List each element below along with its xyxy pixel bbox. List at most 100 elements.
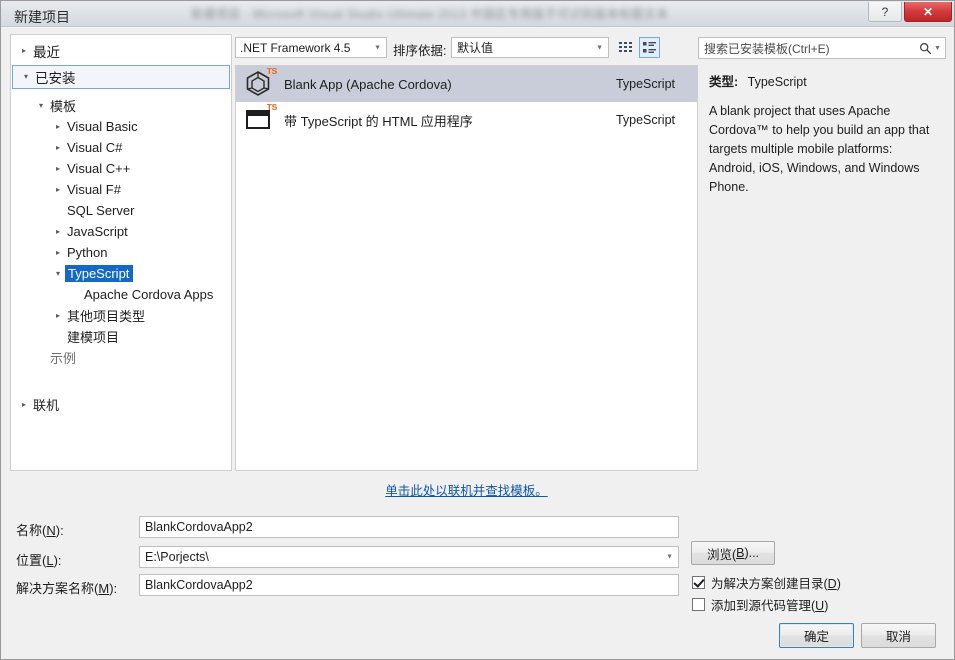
tree-item-label: 其他项目类型 [67, 309, 146, 324]
sort-by-select[interactable]: 默认值 ▼ [451, 37, 609, 58]
template-name: Blank App (Apache Cordova) [284, 76, 452, 92]
name-label-text: 名称(N): [16, 523, 64, 538]
create-directory-label: 为解决方案创建目录(D) [711, 577, 841, 591]
search-icon [920, 42, 932, 54]
sort-by-label: 排序依据: [393, 44, 447, 58]
template-language: TypeScript [615, 113, 675, 127]
location-label-text: 位置(L): [16, 553, 62, 568]
tree-item-[interactable]: 示例 [11, 347, 231, 368]
solution-name-label: 解决方案名称(M): [16, 578, 117, 597]
template-language: TypeScript [615, 77, 675, 91]
tree-item-[interactable]: 联机 [11, 394, 231, 415]
chevron-down-icon: ▼ [374, 44, 381, 51]
framework-select[interactable]: .NET Framework 4.5 ▼ [235, 37, 387, 58]
template-category-tree[interactable]: 最近已安装模板 Visual Basic Visual C# Visual C++ Vi… [10, 34, 232, 471]
tree-item-label: 最近 [33, 45, 60, 60]
location-input[interactable]: E:\Porjects\ ▼ [139, 546, 679, 568]
tree-item-[interactable]: 建模项目 [11, 326, 231, 347]
create-directory-checkbox[interactable] [692, 576, 705, 589]
template-type-row: 类型: TypeScript [709, 71, 937, 90]
cancel-button[interactable]: 取消 [861, 623, 936, 648]
chevron-right-icon[interactable] [51, 123, 65, 131]
template-description-panel: 类型: TypeScript A blank project that uses… [701, 65, 947, 471]
chevron-right-icon[interactable] [17, 47, 31, 55]
chevron-down-icon[interactable]: ▼ [934, 45, 941, 52]
tree-item-visual-c#[interactable]: Visual C# [11, 137, 231, 158]
tree-item-label: Visual C# [67, 140, 123, 155]
template-type-label: 类型: [709, 75, 739, 89]
tree-item-label: Visual F# [67, 182, 121, 197]
chevron-right-icon[interactable] [51, 165, 65, 173]
title-bar: 新建项目 - Microsoft Visual Studio Ultimate … [1, 1, 954, 27]
small-icons-view-icon[interactable] [615, 37, 636, 58]
chevron-down-icon[interactable] [51, 270, 65, 278]
solution-name-input-value: BlankCordovaApp2 [145, 578, 253, 592]
chevron-down-icon[interactable] [19, 73, 33, 81]
tree-item-visual-c++[interactable]: Visual C++ [11, 158, 231, 179]
source-control-checkbox-row[interactable]: 添加到源代码管理(U) [692, 595, 828, 614]
chevron-down-icon[interactable]: ▼ [666, 554, 673, 561]
chevron-right-icon[interactable] [51, 312, 65, 320]
location-label: 位置(L): [16, 550, 62, 569]
template-type-value: TypeScript [747, 75, 807, 89]
chevron-right-icon[interactable] [51, 186, 65, 194]
page-title: 新建项目 [14, 9, 70, 25]
tree-item-sql-server[interactable]: SQL Server [11, 200, 231, 221]
location-input-value: E:\Porjects\ [145, 550, 209, 564]
tree-item-python[interactable]: Python [11, 242, 231, 263]
tree-item-javascript[interactable]: JavaScript [11, 221, 231, 242]
close-button[interactable]: ✕ [904, 2, 952, 22]
tree-item-[interactable]: 最近 [11, 39, 231, 63]
search-input[interactable]: 搜索已安装模板(Ctrl+E) [699, 40, 915, 57]
solution-name-label-text: 解决方案名称(M): [16, 581, 118, 596]
help-button[interactable]: ? [868, 2, 902, 22]
tree-item-visual-f#[interactable]: Visual F# [11, 179, 231, 200]
template-description-text: A blank project that uses Apache Cordova… [709, 104, 930, 194]
name-label: 名称(N): [16, 520, 64, 539]
tree-item-[interactable]: 模板 [11, 95, 231, 116]
tree-item-label: 示例 [50, 351, 77, 366]
chevron-right-icon[interactable] [51, 144, 65, 152]
tree-item-[interactable]: 其他项目类型 [11, 305, 231, 326]
window-title-blurred: 新建项目 - Microsoft Visual Studio Ultimate … [191, 7, 669, 21]
typescript-badge-icon: TS [266, 102, 278, 112]
tree-item-[interactable]: 已安装 [12, 65, 230, 89]
tree-item-label: TypeScript [65, 265, 134, 282]
search-templates-box[interactable]: 搜索已安装模板(Ctrl+E) ▼ [698, 37, 946, 59]
typescript-badge-icon: TS [266, 66, 278, 76]
create-directory-checkbox-row[interactable]: 为解决方案创建目录(D) [692, 573, 841, 592]
tree-item-visual-basic[interactable]: Visual Basic [11, 116, 231, 137]
framework-value: .NET Framework 4.5 [240, 40, 351, 55]
source-control-checkbox[interactable] [692, 598, 705, 611]
large-list-view-icon[interactable] [639, 37, 660, 58]
find-templates-online-link[interactable]: 单击此处以联机并查找模板。 [235, 480, 698, 499]
tree-item-typescript[interactable]: TypeScript [11, 263, 231, 284]
tree-item-label: Apache Cordova Apps [84, 287, 214, 302]
source-control-label: 添加到源代码管理(U) [711, 599, 829, 613]
name-input-value: BlankCordovaApp2 [145, 520, 253, 534]
window-controls: ? ✕ [868, 2, 952, 22]
tree-item-label: JavaScript [67, 224, 128, 239]
name-input[interactable]: BlankCordovaApp2 [139, 516, 679, 538]
chevron-right-icon[interactable] [51, 228, 65, 236]
tree-item-label: SQL Server [67, 203, 135, 218]
tree-item-label: Visual Basic [67, 119, 138, 134]
tree-item-label: Python [67, 245, 108, 260]
chevron-down-icon: ▼ [596, 44, 603, 51]
browse-button[interactable]: 浏览(B)... [691, 541, 775, 565]
template-list-item[interactable]: TS 带 TypeScript 的 HTML 应用程序 TypeScript [236, 102, 697, 138]
template-name: 带 TypeScript 的 HTML 应用程序 [284, 113, 473, 129]
template-list-item[interactable]: TS Blank App (Apache Cordova) TypeScript [236, 66, 697, 102]
chevron-down-icon[interactable] [34, 102, 48, 110]
sort-by-value: 默认值 [457, 41, 494, 55]
solution-name-input[interactable]: BlankCordovaApp2 [139, 574, 679, 596]
tree-item-apache-cordova-apps[interactable]: Apache Cordova Apps [11, 284, 231, 305]
cordova-cube-icon: TS [244, 66, 278, 99]
tree-item-label: 建模项目 [67, 330, 120, 345]
chevron-right-icon[interactable] [17, 401, 31, 409]
chevron-right-icon[interactable] [51, 249, 65, 257]
template-list[interactable]: TS Blank App (Apache Cordova) TypeScript TS… [235, 65, 698, 471]
tree-item-label: Visual C++ [67, 161, 131, 176]
ok-button[interactable]: 确定 [779, 623, 854, 648]
new-project-dialog: 新建项目 - Microsoft Visual Studio Ultimate … [0, 0, 955, 660]
